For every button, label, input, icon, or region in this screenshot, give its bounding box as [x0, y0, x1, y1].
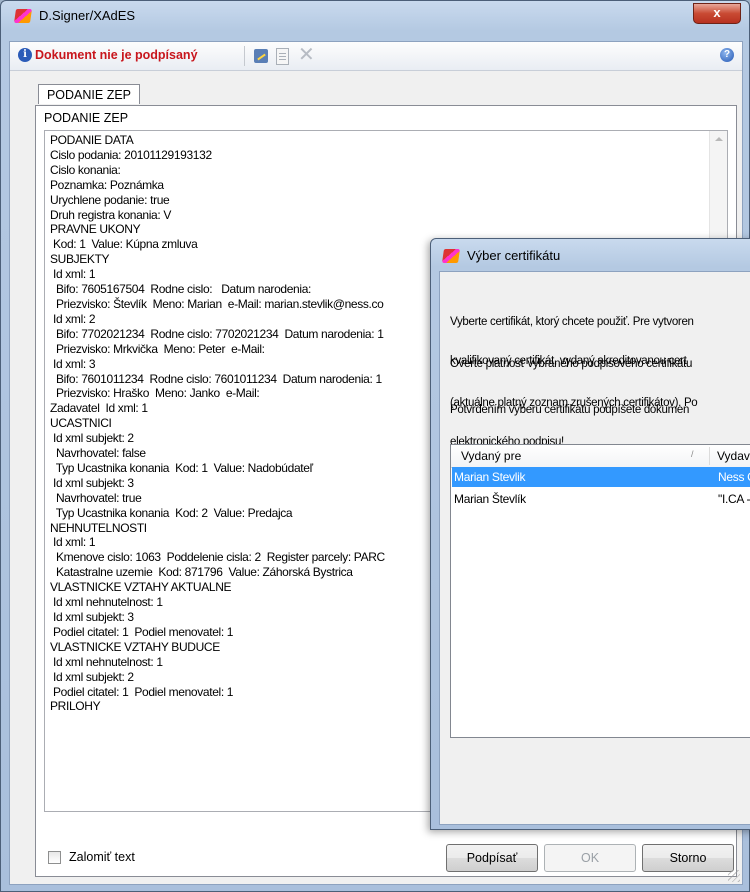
signature-status: i Dokument nie je podpísaný [18, 48, 198, 62]
cell-issued-to: Marian Stevlik [454, 470, 526, 484]
document-text-line: Priezvisko: Mrkvička Meno: Peter e-Mail: [50, 341, 265, 356]
document-text-line: Kod: 1 Value: Kúpna zmluva [50, 237, 198, 252]
document-text-line: UCASTNICI [50, 416, 112, 431]
document-text-line: Podiel citatel: 1 Podiel menovatel: 1 [50, 624, 234, 639]
wrap-text-label: Zalomiť text [69, 850, 135, 864]
cell-issued-to: Marian Števlík [454, 492, 526, 506]
document-text-line: PODANIE DATA [50, 133, 134, 147]
document-text-line: Bifo: 7605167504 Rodne cislo: Datum naro… [50, 282, 311, 297]
document-text-line: Typ Ucastnika konania Kod: 2 Value: Pred… [50, 505, 293, 520]
wrap-text-checkbox[interactable] [48, 850, 61, 864]
column-separator[interactable] [709, 447, 710, 465]
info-icon: i [18, 48, 32, 62]
toolbar-separator [244, 46, 245, 66]
list-header: Vydaný pre / Vydav [451, 445, 750, 468]
document-text-line: Bifo: 7601011234 Rodne cislo: 7601011234… [50, 371, 382, 386]
document-text-line: Id xml nehnutelnost: 1 [50, 654, 163, 669]
certificate-dialog: Výber certifikátu Vyberte certifikát, kt… [430, 238, 750, 830]
certificate-list[interactable]: Vydaný pre / Vydav Marian Stevlik Ness C… [450, 444, 750, 738]
document-text-line: Poznamka: Poznámka [50, 177, 164, 192]
window-title: D.Signer/XAdES [39, 8, 136, 23]
document-text-line: PRILOHY [50, 699, 101, 714]
document-text-line: Id xml subjekt: 2 [50, 431, 134, 446]
document-icon[interactable] [276, 48, 289, 65]
dialog-logo-icon [442, 249, 460, 263]
certificate-row[interactable]: Marian Števlík "I.CA - [452, 489, 750, 509]
cancel-button[interactable]: Storno [642, 844, 734, 872]
cell-issuer: Ness C [718, 470, 750, 484]
title-bar[interactable]: D.Signer/XAdES x [1, 1, 749, 31]
document-text-line: Id xml: 1 [50, 267, 96, 282]
document-text-line: Kmenove cislo: 1063 Poddelenie cisla: 2 … [50, 550, 385, 565]
document-text-line: Zadavatel Id xml: 1 [50, 401, 148, 416]
help-icon[interactable]: ? [720, 48, 734, 62]
ok-button[interactable]: OK [544, 844, 636, 872]
document-text-line: Cislo podania: 20101129193132 [50, 147, 212, 162]
document-text-line: Id xml subjekt: 2 [50, 669, 134, 684]
document-text-line: PRAVNE UKONY [50, 222, 141, 237]
document-text-line: Cislo konania: [50, 162, 121, 177]
document-text-line: Podiel citatel: 1 Podiel menovatel: 1 [50, 684, 234, 699]
document-text-line: Urychlene podanie: true [50, 192, 170, 207]
document-text-line: Id xml subjekt: 3 [50, 475, 134, 490]
cell-issuer: "I.CA - [718, 492, 750, 506]
document-text-line: Priezvisko: Števlík Meno: Marian e-Mail:… [50, 296, 384, 311]
panel-title: PODANIE ZEP [44, 111, 129, 125]
column-issuer[interactable]: Vydav [717, 449, 750, 463]
document-text-line: NEHNUTELNOSTI [50, 520, 147, 535]
tab-podanie-zep[interactable]: PODANIE ZEP [38, 84, 140, 104]
document-text-line: Navrhovatel: false [50, 446, 146, 461]
sign-document-icon[interactable] [254, 49, 268, 63]
dialog-text-line: Overte platnosť vybraného podpisového ce… [450, 358, 693, 370]
document-text-line: Id xml nehnutelnost: 1 [50, 595, 163, 610]
resize-grip[interactable] [728, 870, 740, 882]
scroll-up-arrow-icon[interactable] [715, 137, 723, 141]
certificate-row[interactable]: Marian Stevlik Ness C [452, 467, 750, 487]
document-text-line: Id xml: 1 [50, 535, 96, 550]
dialog-confirm-note: Potvrdením výberu certifikátu podpíšete … [450, 404, 690, 416]
document-text-line: Priezvisko: Hraško Meno: Janko e-Mail: [50, 386, 260, 401]
dialog-text-line: Vyberte certifikát, ktorý chcete použiť.… [450, 316, 694, 328]
document-text-line: Navrhovatel: true [50, 490, 142, 505]
document-text-line: SUBJEKTY [50, 252, 110, 267]
wrap-text-option[interactable]: Zalomiť text [48, 850, 135, 864]
close-button[interactable]: x [693, 3, 741, 24]
toolbar: i Dokument nie je podpísaný ✕ ? [10, 42, 742, 71]
dialog-title: Výber certifikátu [467, 248, 561, 263]
document-text: PODANIE DATA Cislo podania: 2010112919313… [50, 133, 385, 714]
app-logo-icon [14, 9, 32, 23]
status-text: Dokument nie je podpísaný [35, 48, 198, 62]
sign-button[interactable]: Podpísať [446, 844, 538, 872]
dialog-client-area: Vyberte certifikát, ktorý chcete použiť.… [439, 271, 750, 825]
document-text-line: Bifo: 7702021234 Rodne cislo: 7702021234… [50, 326, 384, 341]
document-text-line: Katastralne uzemie Kod: 871796 Value: Zá… [50, 565, 353, 580]
document-text-line: VLASTNICKE VZTAHY BUDUCE [50, 639, 220, 654]
delete-icon[interactable]: ✕ [298, 45, 315, 65]
document-text-line: Typ Ucastnika konania Kod: 1 Value: Nado… [50, 460, 313, 475]
document-text-line: Id xml: 2 [50, 311, 96, 326]
document-text-line: Id xml: 3 [50, 356, 96, 371]
sort-indicator-icon: / [691, 449, 694, 459]
column-issued-to[interactable]: Vydaný pre [461, 449, 521, 463]
document-text-line: Id xml subjekt: 3 [50, 610, 134, 624]
document-text-line: VLASTNICKE VZTAHY AKTUALNE [50, 580, 232, 595]
document-text-line: Druh registra konania: V [50, 207, 171, 222]
